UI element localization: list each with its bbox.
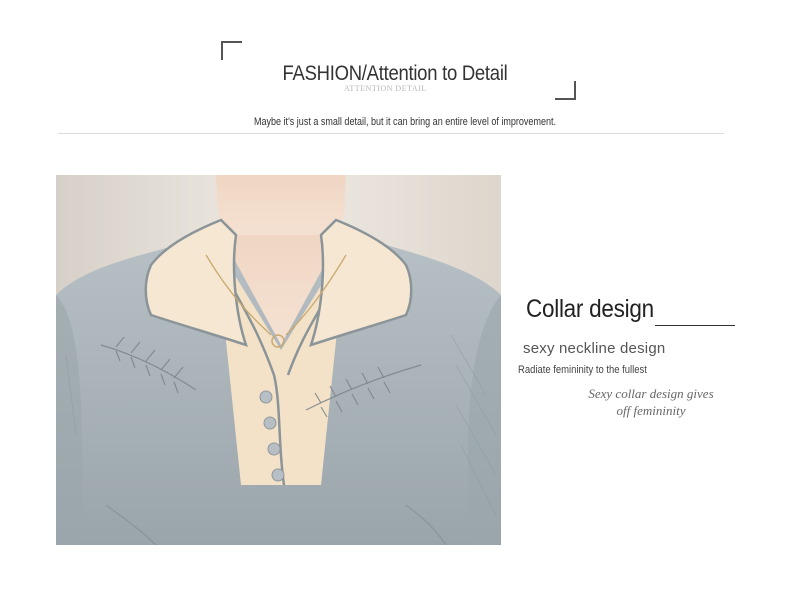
feature-script-text: Sexy collar design gives off femininity	[576, 385, 726, 419]
divider-line	[58, 133, 724, 134]
script-line-2: off femininity	[616, 403, 686, 418]
script-line-1: Sexy collar design gives	[588, 386, 714, 401]
product-photo	[56, 175, 501, 545]
feature-heading: sexy neckline design	[523, 340, 666, 357]
feature-title-underline	[655, 325, 735, 326]
header-subtitle: Maybe it's just a small detail, but it c…	[253, 116, 557, 128]
feature-title: Collar design	[526, 295, 654, 323]
feature-tagline: Radiate femininity to the fullest	[518, 364, 647, 376]
ghost-subtext: ATTENTION DETAIL	[344, 84, 427, 93]
page-title: FASHION/Attention to Detail	[282, 62, 508, 85]
corner-bracket-top-left-icon	[221, 41, 242, 60]
